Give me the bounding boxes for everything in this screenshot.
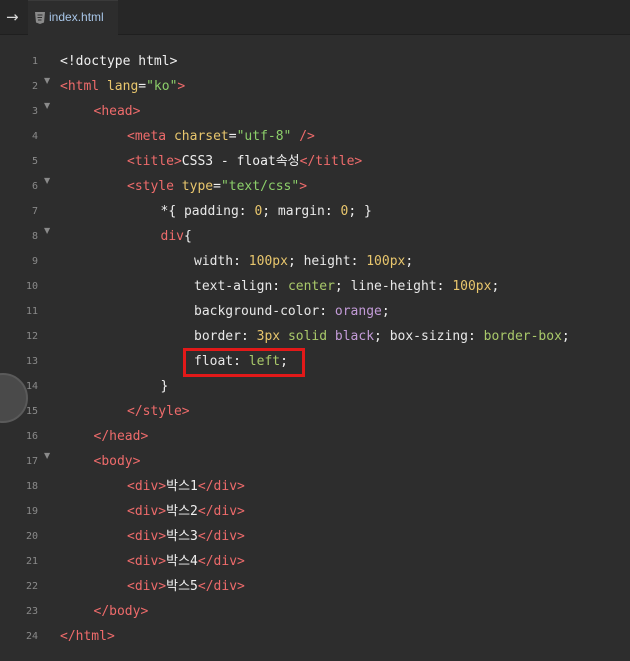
line-number: 12 bbox=[25, 331, 38, 342]
html5-file-icon bbox=[35, 12, 45, 24]
code-text: *{ padding: 0; margin: 0; } bbox=[160, 204, 372, 219]
fold-arrow-icon[interactable]: ▼ bbox=[44, 176, 50, 185]
code-text: <html lang="ko"> bbox=[60, 79, 186, 94]
line-number: 22 bbox=[25, 581, 38, 592]
code-text: <div>박스3</div> bbox=[127, 529, 245, 544]
code-line[interactable]: 21 <div>박스4</div> bbox=[0, 550, 630, 575]
line-number: 17 bbox=[25, 456, 38, 467]
code-text: <div>박스1</div> bbox=[127, 479, 245, 494]
line-number: 5 bbox=[31, 156, 38, 167]
code-line[interactable]: 14} bbox=[0, 375, 630, 400]
code-text: <!doctype html> bbox=[60, 54, 178, 69]
arrow-right-icon[interactable]: → bbox=[6, 8, 24, 26]
tab-label: index.html bbox=[49, 10, 104, 24]
code-text: <div>박스2</div> bbox=[127, 504, 245, 519]
code-text: <div>박스4</div> bbox=[127, 554, 245, 569]
code-text: </body> bbox=[93, 604, 149, 619]
line-number: 9 bbox=[31, 256, 38, 267]
fold-arrow-icon[interactable]: ▼ bbox=[44, 101, 50, 110]
code-line[interactable]: 18 <div>박스1</div> bbox=[0, 475, 630, 500]
code-text: <div>박스5</div> bbox=[127, 579, 245, 594]
code-line[interactable]: 1 <!doctype html> bbox=[0, 50, 630, 75]
code-text: </style> bbox=[127, 404, 190, 419]
code-line[interactable]: 5 <title>CSS3 - float속성</title> bbox=[0, 150, 630, 175]
code-text: } bbox=[160, 379, 169, 394]
code-text: width: 100px; height: 100px; bbox=[194, 254, 414, 269]
line-number: 18 bbox=[25, 481, 38, 492]
line-number: 21 bbox=[25, 556, 38, 567]
line-number: 23 bbox=[25, 606, 38, 617]
line-number: 7 bbox=[31, 206, 38, 217]
code-text: div{ bbox=[160, 229, 192, 244]
code-text: background-color: orange; bbox=[194, 304, 390, 319]
code-text: <body> bbox=[93, 454, 141, 469]
line-number: 19 bbox=[25, 506, 38, 517]
code-line[interactable]: 15 </style> bbox=[0, 400, 630, 425]
fold-arrow-icon[interactable]: ▼ bbox=[44, 226, 50, 235]
line-number: 6 bbox=[31, 181, 38, 192]
code-line[interactable]: 8 ▼ div{ bbox=[0, 225, 630, 250]
line-number: 1 bbox=[31, 56, 38, 67]
code-line[interactable]: 23 </body> bbox=[0, 600, 630, 625]
code-line[interactable]: 6 ▼ <style type="text/css"> bbox=[0, 175, 630, 200]
code-line[interactable]: 22 <div>박스5</div> bbox=[0, 575, 630, 600]
code-line[interactable]: 9 width: 100px; height: 100px; bbox=[0, 250, 630, 275]
code-text: </head> bbox=[93, 429, 149, 444]
tab-index-html[interactable]: index.html bbox=[28, 0, 118, 35]
code-line[interactable]: 16 </head> bbox=[0, 425, 630, 450]
line-number: 16 bbox=[25, 431, 38, 442]
code-text: <head> bbox=[93, 104, 141, 119]
code-text: <style type="text/css"> bbox=[127, 179, 308, 194]
code-line[interactable]: 17 ▼ <body> bbox=[0, 450, 630, 475]
line-number: 10 bbox=[25, 281, 38, 292]
code-line[interactable]: 7 *{ padding: 0; margin: 0; } bbox=[0, 200, 630, 225]
line-number: 13 bbox=[25, 356, 38, 367]
line-number: 11 bbox=[25, 306, 38, 317]
code-text: <title>CSS3 - float속성</title> bbox=[127, 154, 363, 169]
code-line[interactable]: 4 <meta charset="utf-8" /> bbox=[0, 125, 630, 150]
line-number: 3 bbox=[31, 106, 38, 117]
code-text: text-align: center; line-height: 100px; bbox=[194, 279, 500, 294]
line-number: 4 bbox=[31, 131, 38, 142]
code-line[interactable]: 20 <div>박스3</div> bbox=[0, 525, 630, 550]
code-line[interactable]: 12 border: 3px solid black; box-sizing: b… bbox=[0, 325, 630, 350]
code-line[interactable]: 24 </html> bbox=[0, 625, 630, 650]
code-line[interactable]: 2 ▼ <html lang="ko"> bbox=[0, 75, 630, 100]
line-number: 24 bbox=[25, 631, 38, 642]
line-number: 8 bbox=[31, 231, 38, 242]
tab-bar: → index.html bbox=[0, 0, 630, 35]
code-text: border: 3px solid black; box-sizing: bor… bbox=[194, 329, 570, 344]
code-line[interactable]: 13 float: left; bbox=[0, 350, 630, 375]
fold-arrow-icon[interactable]: ▼ bbox=[44, 76, 50, 85]
code-line[interactable]: 19 <div>박스2</div> bbox=[0, 500, 630, 525]
fold-arrow-icon[interactable]: ▼ bbox=[44, 451, 50, 460]
code-text: <meta charset="utf-8" /> bbox=[127, 129, 315, 144]
line-number: 20 bbox=[25, 531, 38, 542]
code-line[interactable]: 3 ▼ <head> bbox=[0, 100, 630, 125]
line-number: 2 bbox=[31, 81, 38, 92]
code-line[interactable]: 11 background-color: orange; bbox=[0, 300, 630, 325]
code-line[interactable]: 10 text-align: center; line-height: 100px… bbox=[0, 275, 630, 300]
highlight-box bbox=[183, 348, 305, 377]
code-text: </html> bbox=[60, 629, 115, 644]
